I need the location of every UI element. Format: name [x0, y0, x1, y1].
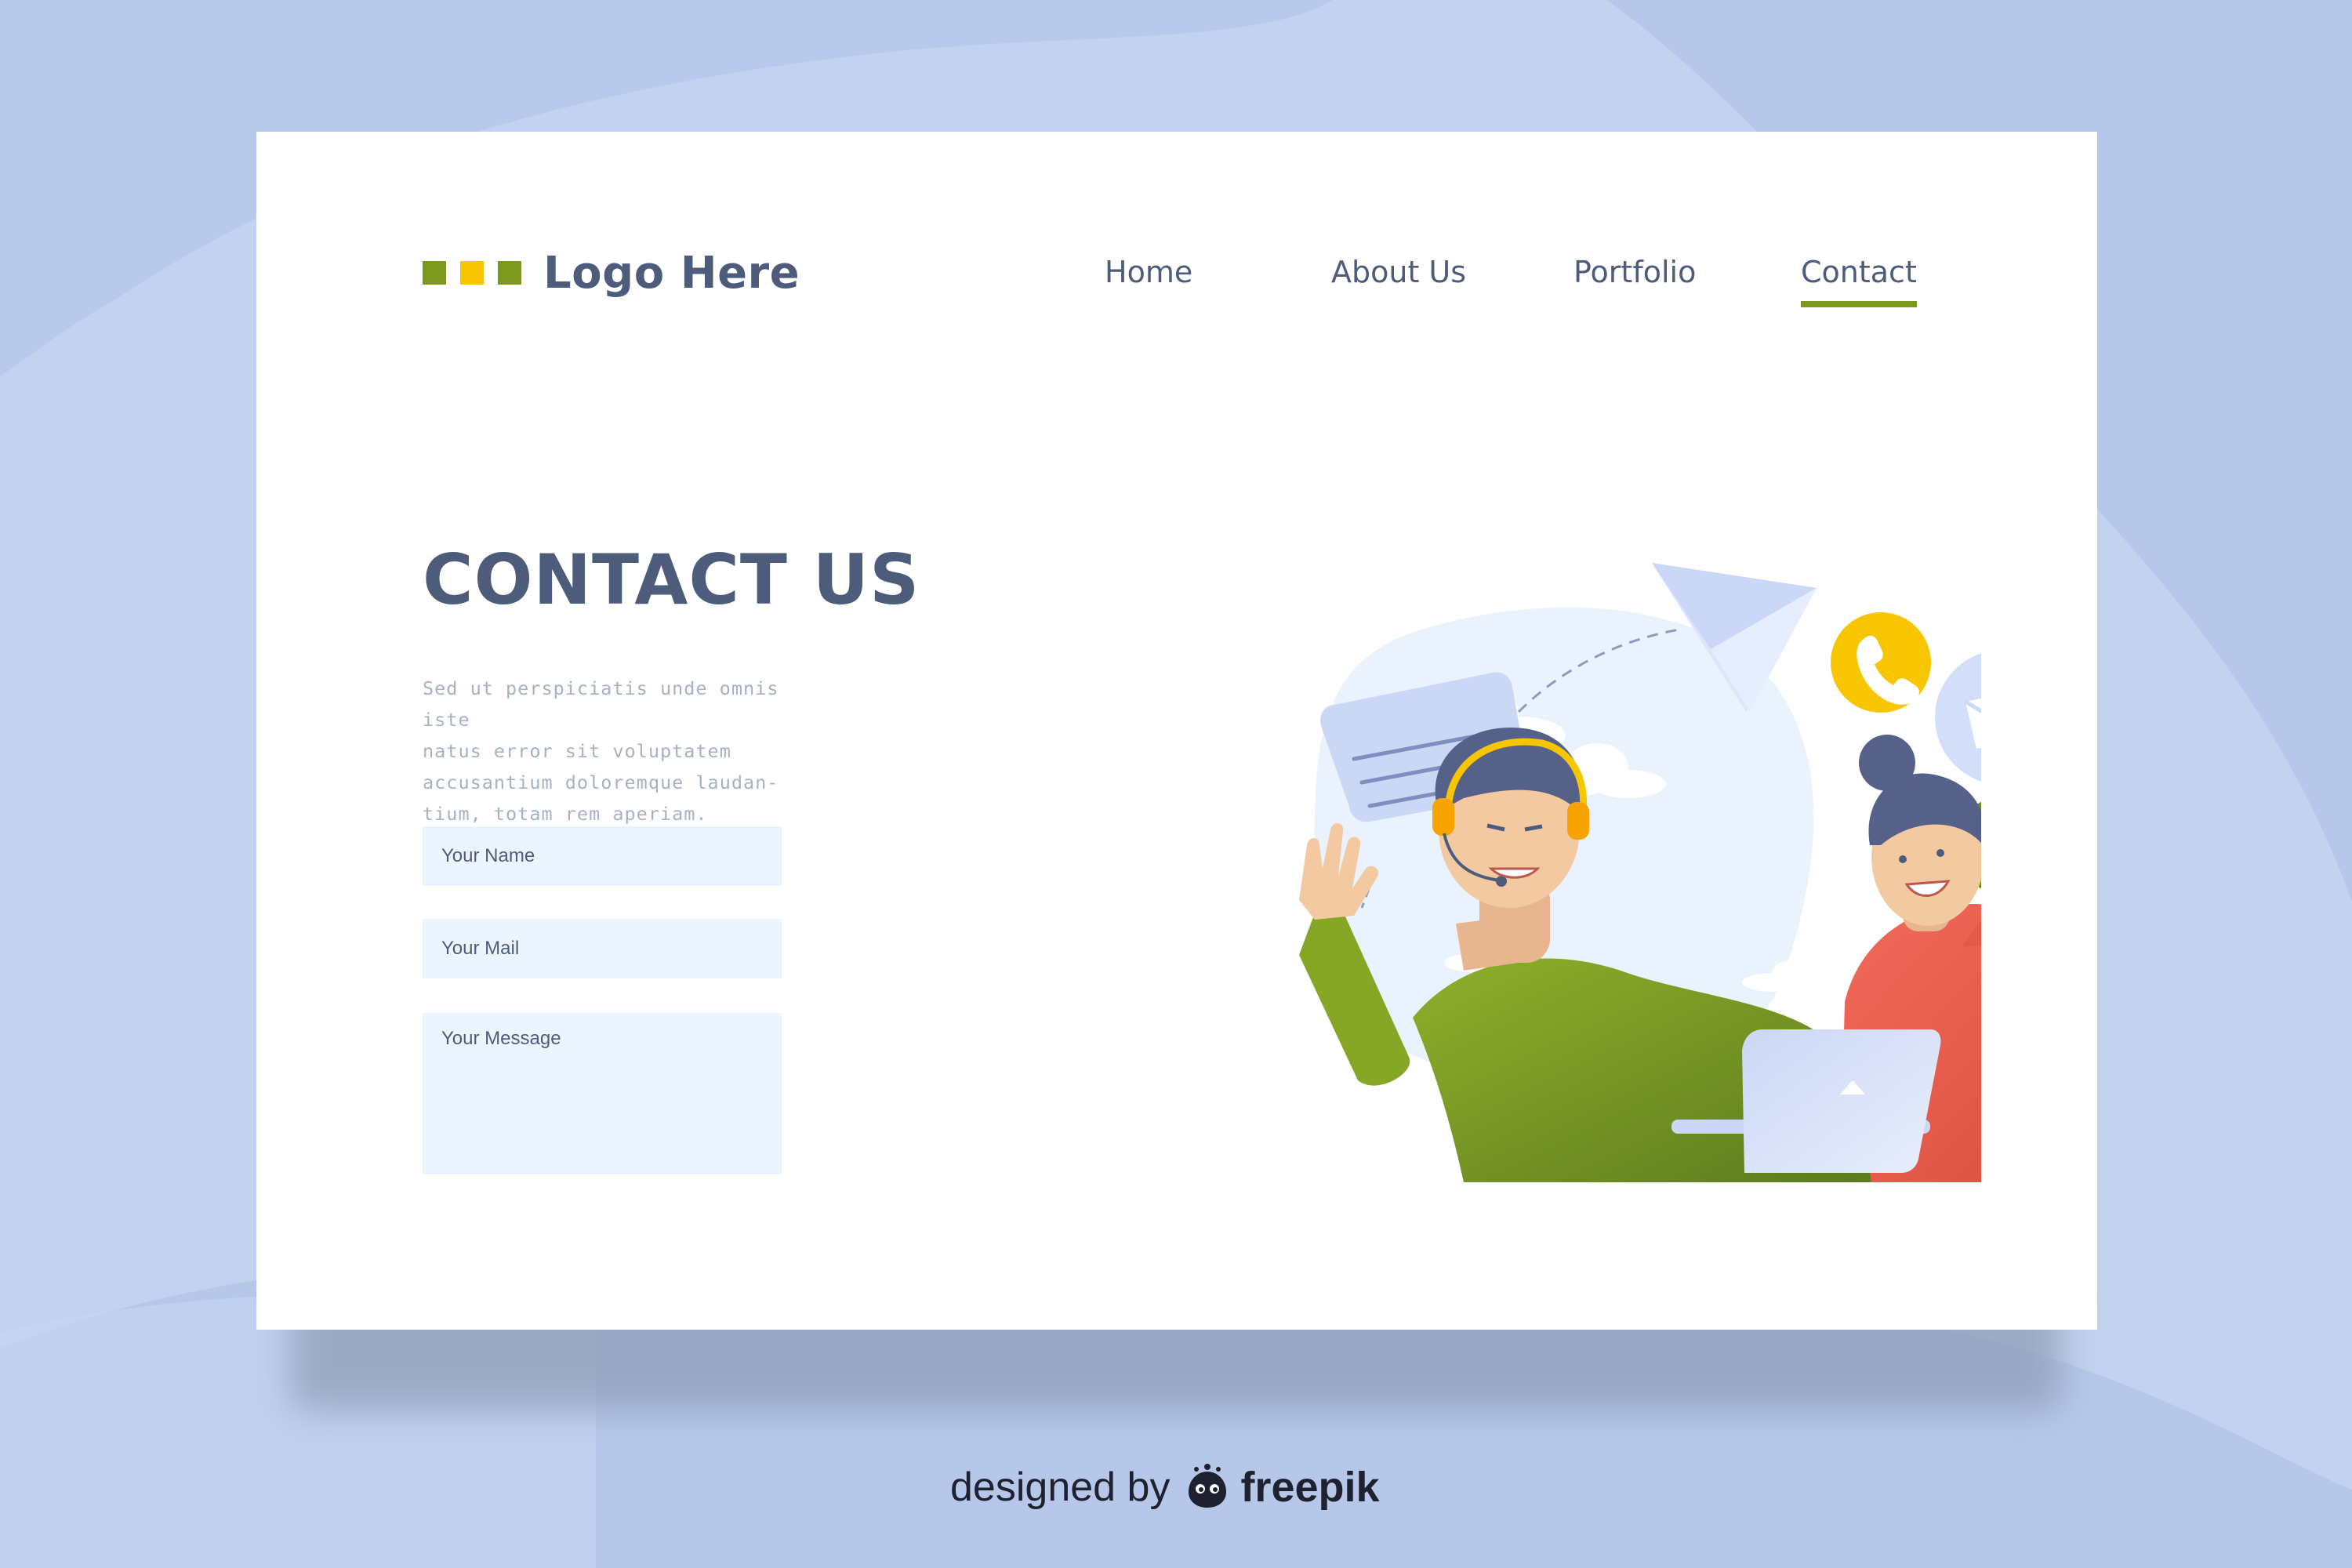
hero-description-line: tium, totam rem aperiam. — [423, 803, 708, 825]
credit-brand[interactable]: freepik — [1240, 1463, 1379, 1512]
message-field[interactable]: Your Message — [423, 1013, 782, 1174]
hero-description-line: Sed ut perspiciatis unde omnis iste — [423, 677, 779, 731]
name-field[interactable]: Your Name — [423, 826, 782, 886]
mail-field[interactable]: Your Mail — [423, 919, 782, 978]
logo-square — [498, 261, 521, 285]
support-illustration — [1299, 563, 1981, 1182]
phone-icon — [1831, 612, 1931, 713]
landing-card: Logo Here Home About Us Portfolio Contac… — [256, 132, 2097, 1330]
freepik-logo-icon — [1189, 1464, 1227, 1508]
hero-description-line: accusantium doloremque laudan- — [423, 771, 779, 793]
nav-portfolio[interactable]: Portfolio — [1573, 245, 1696, 299]
credit-prefix: designed by — [950, 1465, 1171, 1510]
nav-contact[interactable]: Contact — [1801, 245, 1917, 307]
nav-home[interactable]: Home — [1105, 245, 1192, 299]
logo[interactable]: Logo Here — [423, 241, 800, 304]
mail-icon — [1935, 653, 1981, 782]
nav-contact-label: Contact — [1801, 255, 1917, 289]
logo-square — [460, 261, 484, 285]
active-nav-indicator — [1801, 301, 1917, 307]
nav-about-us[interactable]: About Us — [1331, 245, 1466, 299]
hero-description-line: natus error sit voluptatem — [423, 740, 731, 762]
credit-line: designed by freepik — [950, 1460, 1380, 1515]
logo-text: Logo Here — [543, 247, 800, 299]
page-title: CONTACT US — [423, 539, 920, 620]
hero-description: Sed ut perspiciatis unde omnis iste natu… — [423, 673, 791, 829]
logo-square — [423, 261, 446, 285]
